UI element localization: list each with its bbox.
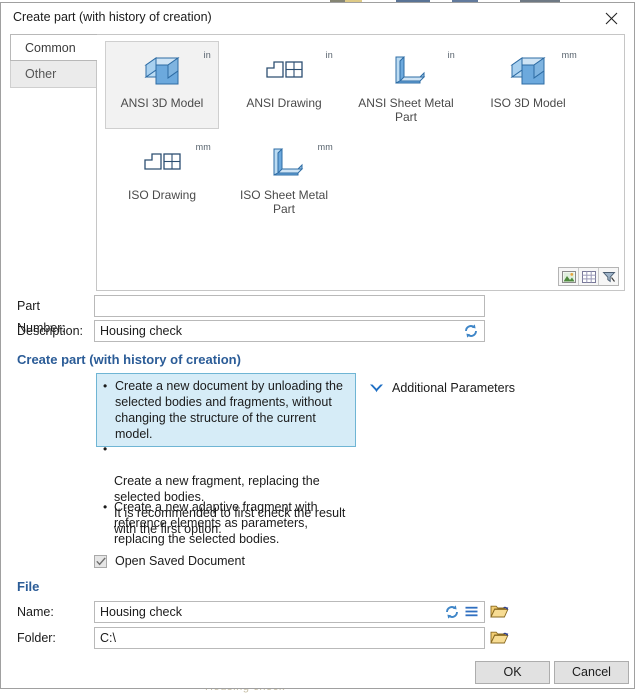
open-saved-document-label: Open Saved Document [115,554,245,568]
file-section-heading: File [17,579,40,594]
file-folder-input[interactable] [94,627,485,649]
thumbnail-view-button[interactable] [559,268,579,285]
chevron-down-icon [370,384,383,392]
cancel-button[interactable]: Cancel [554,661,629,684]
create-option-adaptive-fragment[interactable]: • Create a new adaptive fragment with re… [96,495,356,551]
file-name-refresh-button[interactable] [444,604,460,620]
3d-model-icon [110,48,214,94]
template-tile-label: ISO 3D Model [490,96,566,110]
filter-icon [601,271,616,282]
template-unit-badge: mm [561,50,577,60]
tab-common-label: Common [25,41,76,55]
create-option-new-document-label: Create a new document by unloading the s… [115,379,343,441]
refresh-icon [465,324,477,338]
template-tile-ansi-drawing[interactable]: in ANSI Drawing [227,41,341,129]
dialog-titlebar: Create part (with history of creation) [1,3,634,33]
open-folder-icon [490,605,509,618]
dialog-title: Create part (with history of creation) [13,10,212,24]
sheet-metal-icon [354,48,458,94]
bullet-icon: • [103,442,108,456]
create-part-section-heading: Create part (with history of creation) [17,352,241,367]
template-tile-label: ANSI 3D Model [120,96,204,110]
file-folder-browse-button[interactable] [490,629,509,646]
filter-button[interactable] [599,268,618,285]
gallery-view-toggles [558,267,619,286]
close-button[interactable] [589,3,634,33]
template-tile-iso-drawing[interactable]: mm ISO Drawing [105,133,219,221]
template-unit-badge: in [325,50,333,60]
list-menu-icon [465,606,478,617]
template-tile-iso-3d-model[interactable]: mm ISO 3D Model [471,41,585,129]
template-unit-badge: in [203,50,211,60]
template-tile-iso-sheet-metal-part[interactable]: mm ISO Sheet Metal Part [227,133,341,221]
template-tile-label: ANSI Drawing [246,96,322,110]
template-tile-label: ISO Sheet Metal Part [239,188,329,216]
checkmark-icon [95,556,106,565]
tab-other[interactable]: Other [10,61,97,88]
tab-common[interactable]: Common [10,34,97,61]
file-name-browse-button[interactable] [490,603,509,620]
template-tile-label: ANSI Sheet Metal Part [358,96,454,124]
create-option-new-document[interactable]: • Create a new document by unloading the… [96,373,356,447]
file-name-label: Name: [17,605,54,619]
bullet-icon: • [103,379,108,393]
description-input[interactable] [94,320,485,342]
file-name-input[interactable] [94,601,485,623]
file-folder-label: Folder: [17,631,56,645]
template-unit-badge: mm [317,142,333,152]
ok-button[interactable]: OK [475,661,550,684]
bullet-icon: • [103,500,108,514]
grid-view-icon [581,270,596,283]
template-tile-ansi-sheet-metal-part[interactable]: in ANSI Sheet Metal Part [349,41,463,129]
open-saved-document-checkbox[interactable] [94,554,107,568]
create-part-dialog: Create part (with history of creation) C… [0,2,635,689]
description-label: Description: [17,324,83,338]
part-number-input[interactable] [94,295,485,317]
create-option-adaptive-fragment-label: Create a new adaptive fragment with refe… [114,500,318,546]
template-unit-badge: mm [195,142,211,152]
template-gallery-grid: in ANSI 3D Model in ANSI Drawing in ANSI… [101,39,622,223]
open-folder-icon [490,631,509,644]
drawing-icon [232,48,336,94]
file-name-menu-button[interactable] [465,606,478,617]
template-category-tabs: Common Other [10,34,97,88]
tab-other-label: Other [25,67,57,81]
template-gallery[interactable]: in ANSI 3D Model in ANSI Drawing in ANSI… [96,34,625,291]
thumbnail-view-icon [561,270,576,283]
close-icon [605,12,618,24]
refresh-icon [446,605,458,619]
template-tile-ansi-3d-model[interactable]: in ANSI 3D Model [105,41,219,129]
additional-parameters-label: Additional Parameters [392,381,515,395]
grid-view-button[interactable] [579,268,599,285]
open-saved-document-row[interactable]: Open Saved Document [94,554,245,568]
template-tile-label: ISO Drawing [127,188,197,202]
template-unit-badge: in [447,50,455,60]
additional-parameters-toggle[interactable]: Additional Parameters [369,381,515,395]
description-refresh-button[interactable] [463,323,479,339]
